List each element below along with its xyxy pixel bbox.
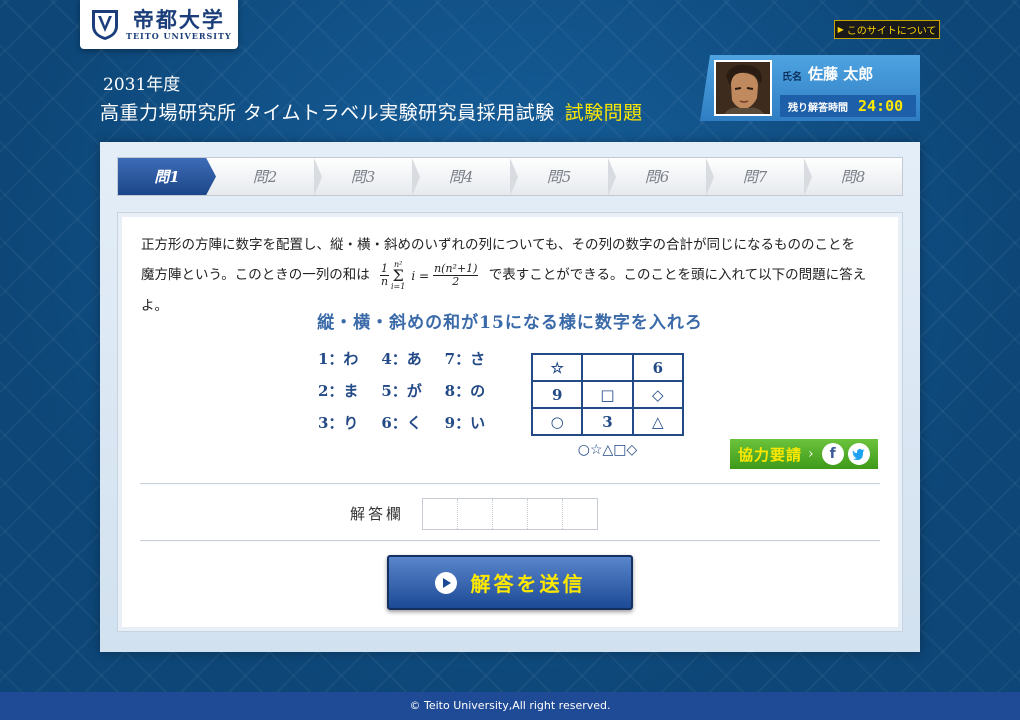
avatar-portrait-icon bbox=[716, 62, 770, 114]
page-title: 高重力場研究所 タイムトラベル実験研究員採用試験 試験問題 bbox=[100, 98, 643, 125]
question-intro: 正方形の方陣に数字を配置し、縦・横・斜めのいずれの列についても、その列の数字の合… bbox=[141, 230, 886, 321]
number-key-list: 1：わ 4：あ 7：さ 2：ま 5：が 8：の 3：り 6：く 9：い bbox=[318, 348, 508, 433]
intro-line-2a: 魔方陣という。このときの一列の和は bbox=[141, 267, 370, 283]
grid-cell bbox=[582, 354, 633, 381]
grid-cell: 6 bbox=[632, 354, 683, 381]
key-item: 5：が bbox=[381, 382, 422, 400]
tab-q1[interactable]: 問1 bbox=[118, 158, 216, 195]
university-crest-icon bbox=[92, 9, 118, 40]
logo-name: 帝都大学 bbox=[132, 7, 225, 32]
formula-sum: n² Σ i=1 bbox=[391, 260, 406, 291]
submit-answer-button[interactable]: 解答を送信 bbox=[387, 555, 633, 610]
grid-cell: ◇ bbox=[632, 381, 683, 408]
answer-label: 解答欄 bbox=[350, 505, 405, 523]
formula-frac2: n(n²+1) 2 bbox=[433, 263, 479, 288]
magic-sum-formula: 1 n n² Σ i=1 i = n(n²+1) 2 bbox=[380, 260, 479, 291]
user-name: 佐藤 太郎 bbox=[808, 65, 874, 83]
university-logo[interactable]: 帝都大学 TEITO UNIVERSITY bbox=[80, 0, 238, 49]
key-item: 8：の bbox=[444, 382, 486, 400]
formula-sum-symbol: Σ bbox=[392, 265, 404, 285]
key-item: 7：さ bbox=[444, 350, 486, 368]
key-item: 1：わ bbox=[318, 350, 359, 368]
key-item: 3：り bbox=[318, 414, 359, 432]
tab-q6[interactable]: 問6 bbox=[608, 158, 714, 195]
formula-var: i = bbox=[411, 268, 430, 283]
name-label: 氏名 bbox=[782, 72, 802, 83]
magic-square-grid: ☆ 6 9 □ ◇ ○ 3 △ bbox=[531, 353, 684, 436]
main-panel: 問1 問2 問3 問4 問5 問6 問7 問8 正方形の方陣に数字を配置し、縦・… bbox=[100, 142, 920, 652]
answer-cell[interactable] bbox=[563, 499, 597, 529]
request-help-label: 協力要請 bbox=[738, 445, 803, 464]
timer-value: 24:00 bbox=[858, 97, 904, 115]
question-content: 正方形の方陣に数字を配置し、縦・横・斜めのいずれの列についても、その列の数字の合… bbox=[117, 212, 903, 632]
exam-title-highlight: 試験問題 bbox=[564, 102, 643, 124]
formula-frac2-den: 2 bbox=[452, 275, 460, 288]
intro-line-1: 正方形の方陣に数字を配置し、縦・横・斜めのいずれの列についても、その列の数字の合… bbox=[141, 237, 856, 253]
footer-copyright: © Teito University,All right reserved. bbox=[0, 692, 1020, 720]
tab-q7[interactable]: 問7 bbox=[706, 158, 812, 195]
facebook-icon[interactable]: f bbox=[821, 443, 844, 465]
twitter-bird-icon bbox=[852, 449, 865, 460]
grid-cell: □ bbox=[582, 381, 633, 408]
answer-shape-order: ○☆△□◇ bbox=[577, 442, 638, 458]
answer-cell[interactable] bbox=[528, 499, 563, 529]
grid-cell: 3 bbox=[582, 408, 633, 435]
tab-q4[interactable]: 問4 bbox=[412, 158, 518, 195]
timer-bar: 残り解答時間 24:00 bbox=[780, 95, 916, 117]
play-icon bbox=[434, 571, 457, 594]
grid-cell: ○ bbox=[532, 408, 583, 435]
grid-cell: 9 bbox=[532, 381, 583, 408]
answer-cell[interactable] bbox=[458, 499, 493, 529]
grid-cell: △ bbox=[632, 408, 683, 435]
answer-cell[interactable] bbox=[493, 499, 528, 529]
divider bbox=[140, 483, 880, 485]
tab-q8[interactable]: 問8 bbox=[804, 158, 902, 195]
grid-cell: ☆ bbox=[532, 354, 583, 381]
request-help-button[interactable]: 協力要請 › f bbox=[730, 439, 878, 469]
answer-cell[interactable] bbox=[423, 499, 458, 529]
answer-input[interactable] bbox=[422, 498, 598, 530]
tab-q5[interactable]: 問5 bbox=[510, 158, 616, 195]
key-item: 2：ま bbox=[318, 382, 359, 400]
exam-year: 2031年度 bbox=[103, 75, 181, 95]
avatar bbox=[714, 60, 772, 116]
about-site-label: このサイトについて bbox=[846, 26, 937, 37]
chevron-right-icon: › bbox=[808, 446, 814, 462]
exam-title: 高重力場研究所 タイムトラベル実験研究員採用試験 bbox=[100, 102, 555, 124]
key-item: 6：く bbox=[381, 414, 422, 432]
formula-sum-bottom: i=1 bbox=[391, 281, 406, 291]
question-tabs: 問1 問2 問3 問4 問5 問6 問7 問8 bbox=[117, 157, 903, 196]
twitter-icon[interactable] bbox=[847, 443, 870, 465]
question-heading: 縦・横・斜めの和が15になる様に数字を入れろ bbox=[317, 313, 703, 333]
formula-frac1-den: n bbox=[380, 275, 389, 288]
arrow-right-icon: ▶ bbox=[837, 25, 844, 34]
logo-subtitle: TEITO UNIVERSITY bbox=[126, 30, 232, 41]
about-site-link[interactable]: ▶ このサイトについて bbox=[834, 20, 940, 39]
key-item: 4：あ bbox=[381, 350, 422, 368]
timer-label: 残り解答時間 bbox=[788, 102, 848, 114]
formula-frac1: 1 n bbox=[380, 263, 389, 288]
user-card: 氏名 佐藤 太郎 残り解答時間 24:00 bbox=[700, 55, 920, 121]
submit-label: 解答を送信 bbox=[470, 572, 586, 596]
tab-q2[interactable]: 問2 bbox=[216, 158, 322, 195]
key-item: 9：い bbox=[444, 414, 486, 432]
divider bbox=[140, 540, 880, 542]
tab-q3[interactable]: 問3 bbox=[314, 158, 420, 195]
